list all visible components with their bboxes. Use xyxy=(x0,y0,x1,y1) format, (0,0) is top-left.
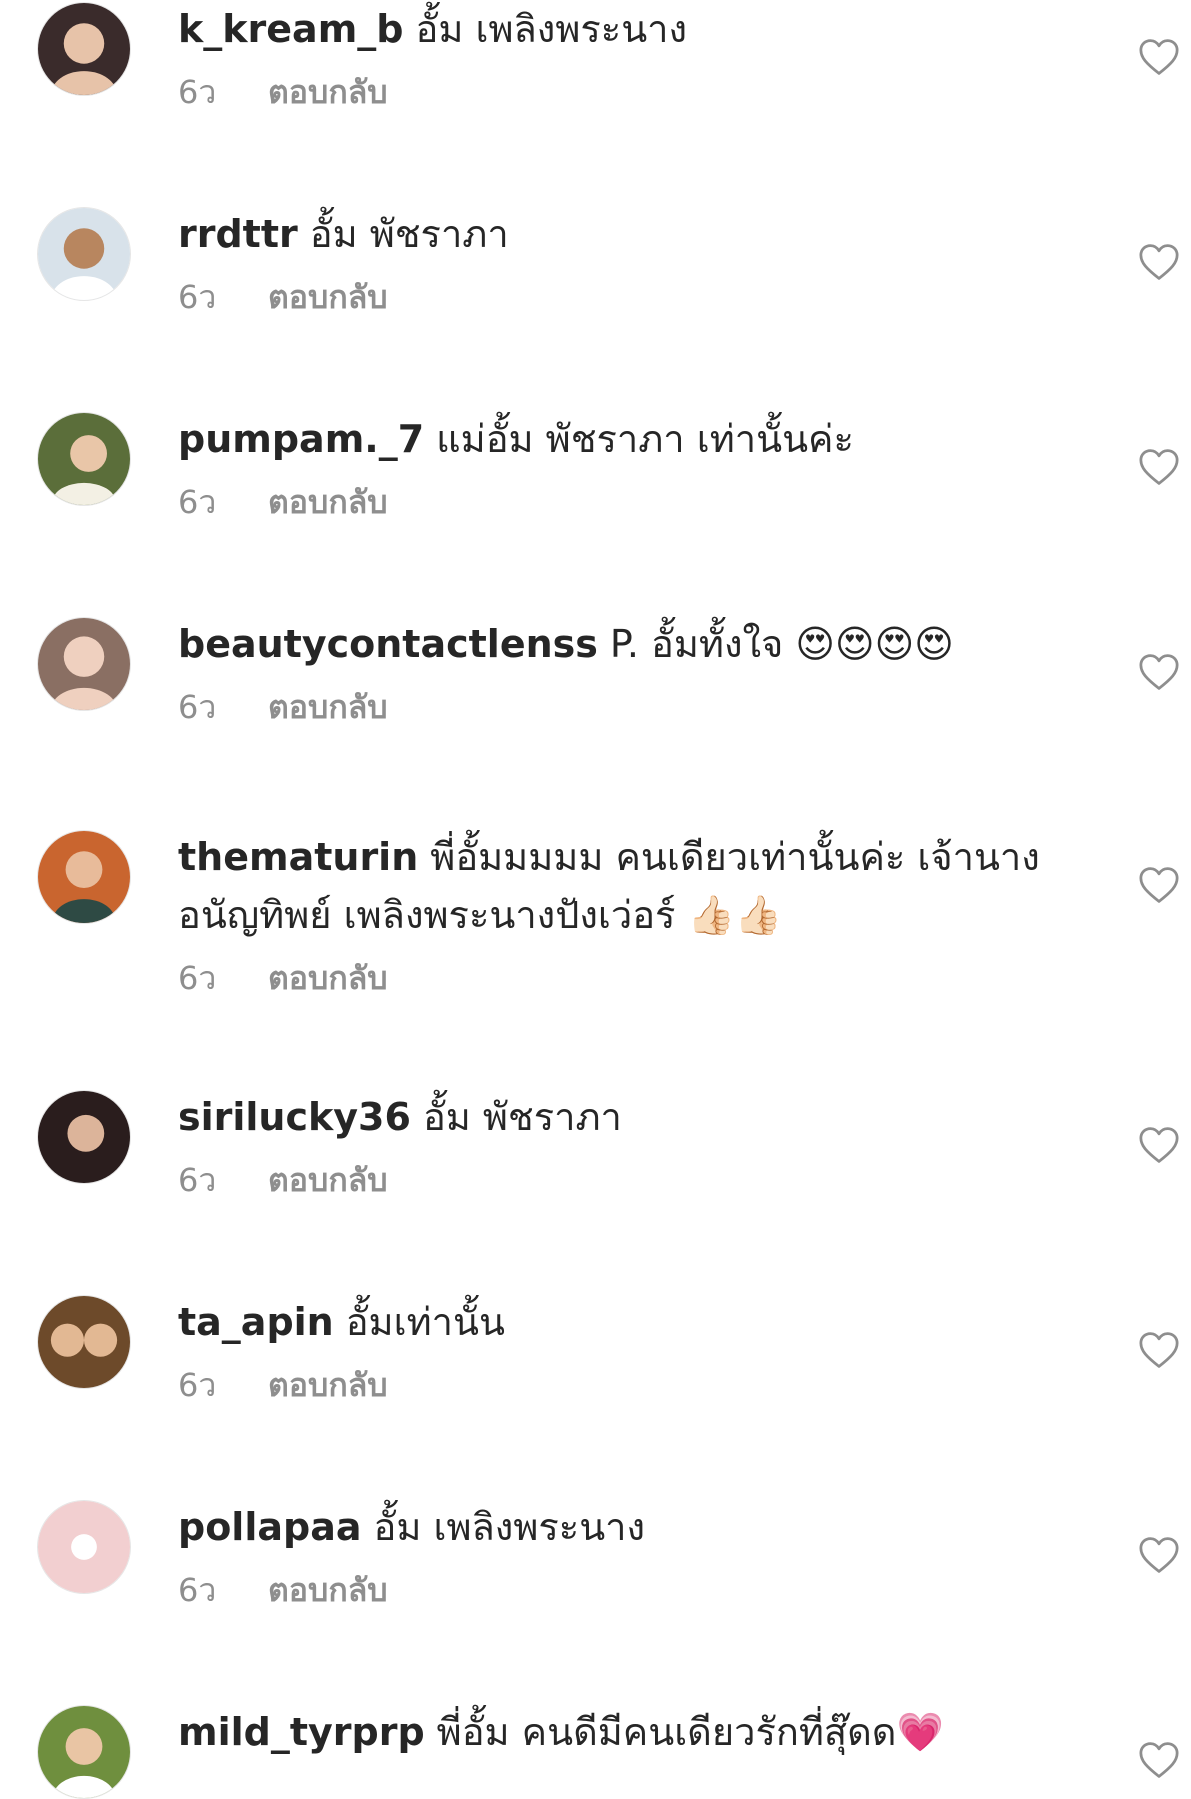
avatar[interactable] xyxy=(37,412,131,506)
comment-message: อั้ม พัชราภา xyxy=(309,212,509,256)
comment-meta: 6ว ตอบกลับ xyxy=(178,1160,1058,1200)
heart-outline-icon xyxy=(1139,1127,1179,1163)
reply-button[interactable]: ตอบกลับ xyxy=(268,483,388,521)
reply-button[interactable]: ตอบกลับ xyxy=(268,1161,388,1199)
heart-outline-icon xyxy=(1139,449,1179,485)
comment-time: 6ว xyxy=(178,1366,217,1404)
reply-button[interactable]: ตอบกลับ xyxy=(268,959,388,997)
like-button[interactable] xyxy=(1138,243,1180,281)
like-button[interactable] xyxy=(1138,1126,1180,1164)
comment-body: mild_tyrprp พี่อั้ม คนดีมีคนเดียวรักที่สุ… xyxy=(178,1703,1058,1761)
reply-button[interactable]: ตอบกลับ xyxy=(268,73,388,111)
heart-outline-icon xyxy=(1139,1742,1179,1778)
comment-message: อั้ม เพลิงพระนาง xyxy=(373,1505,646,1549)
comment-text: pollapaa อั้ม เพลิงพระนาง xyxy=(178,1498,1058,1556)
heart-outline-icon xyxy=(1139,1537,1179,1573)
comment-meta: 6ว ตอบกลับ xyxy=(178,958,1058,998)
comment-text: beautycontactlenss P. อั้มทั้งใจ 😍😍😍😍 xyxy=(178,615,1058,673)
comment-time: 6ว xyxy=(178,1161,217,1199)
like-button[interactable] xyxy=(1138,38,1180,76)
comment-username[interactable]: ta_apin xyxy=(178,1300,334,1344)
like-button[interactable] xyxy=(1138,1741,1180,1779)
like-button[interactable] xyxy=(1138,1536,1180,1574)
like-button[interactable] xyxy=(1138,1331,1180,1369)
avatar[interactable] xyxy=(37,1500,131,1594)
comment-meta: 6ว ตอบกลับ xyxy=(178,277,1058,317)
comment-meta: 6ว ตอบกลับ xyxy=(178,482,1058,522)
comment-text: rrdttr อั้ม พัชราภา xyxy=(178,205,1058,263)
avatar[interactable] xyxy=(37,207,131,301)
comment-username[interactable]: pumpam._7 xyxy=(178,417,424,461)
like-button[interactable] xyxy=(1138,866,1180,904)
comment-message: P. อั้มทั้งใจ 😍😍😍😍 xyxy=(609,622,954,666)
comment-body: sirilucky36 อั้ม พัชราภา 6ว ตอบกลับ xyxy=(178,1088,1058,1200)
comment-username[interactable]: thematurin xyxy=(178,835,418,879)
comment-message: อั้ม เพลิงพระนาง xyxy=(415,7,688,51)
avatar[interactable] xyxy=(37,2,131,96)
comment-meta: 6ว ตอบกลับ xyxy=(178,1365,1058,1405)
comment-text: sirilucky36 อั้ม พัชราภา xyxy=(178,1088,1058,1146)
avatar[interactable] xyxy=(37,1705,131,1799)
comment-username[interactable]: mild_tyrprp xyxy=(178,1710,425,1754)
avatar[interactable] xyxy=(37,1295,131,1389)
reply-button[interactable]: ตอบกลับ xyxy=(268,1571,388,1609)
comment-text: mild_tyrprp พี่อั้ม คนดีมีคนเดียวรักที่สุ… xyxy=(178,1703,1058,1761)
comment-body: k_kream_b อั้ม เพลิงพระนาง 6ว ตอบกลับ xyxy=(178,0,1058,112)
comment-time: 6ว xyxy=(178,959,217,997)
avatar[interactable] xyxy=(37,1090,131,1184)
reply-button[interactable]: ตอบกลับ xyxy=(268,278,388,316)
comment-meta: 6ว ตอบกลับ xyxy=(178,72,1058,112)
avatar[interactable] xyxy=(37,830,131,924)
comment-body: beautycontactlenss P. อั้มทั้งใจ 😍😍😍😍 6ว ต… xyxy=(178,615,1058,727)
comment-message: อั้มเท่านั้น xyxy=(345,1300,505,1344)
comment-text: ta_apin อั้มเท่านั้น xyxy=(178,1293,1058,1351)
comment-time: 6ว xyxy=(178,278,217,316)
comment-text: thematurin พี่อั้มมมมม คนเดียวเท่านั้นค่ะ… xyxy=(178,828,1058,944)
comment-meta: 6ว ตอบกลับ xyxy=(178,1570,1058,1610)
reply-button[interactable]: ตอบกลับ xyxy=(268,688,388,726)
comment-body: pollapaa อั้ม เพลิงพระนาง 6ว ตอบกลับ xyxy=(178,1498,1058,1610)
comment-time: 6ว xyxy=(178,1571,217,1609)
heart-outline-icon xyxy=(1139,654,1179,690)
comment-username[interactable]: pollapaa xyxy=(178,1505,362,1549)
comment-time: 6ว xyxy=(178,483,217,521)
comment-body: ta_apin อั้มเท่านั้น 6ว ตอบกลับ xyxy=(178,1293,1058,1405)
comment-username[interactable]: k_kream_b xyxy=(178,7,404,51)
comment-body: rrdttr อั้ม พัชราภา 6ว ตอบกลับ xyxy=(178,205,1058,317)
like-button[interactable] xyxy=(1138,448,1180,486)
like-button[interactable] xyxy=(1138,653,1180,691)
heart-outline-icon xyxy=(1139,867,1179,903)
comment-username[interactable]: beautycontactlenss xyxy=(178,622,598,666)
comment-username[interactable]: rrdttr xyxy=(178,212,298,256)
comment-message: แม่อั้ม พัชราภา เท่านั้นค่ะ xyxy=(436,417,854,461)
heart-outline-icon xyxy=(1139,1332,1179,1368)
comment-text: pumpam._7 แม่อั้ม พัชราภา เท่านั้นค่ะ xyxy=(178,410,1058,468)
comment-body: thematurin พี่อั้มมมมม คนเดียวเท่านั้นค่ะ… xyxy=(178,828,1058,998)
comment-message: พี่อั้ม คนดีมีคนเดียวรักที่สุ๊ดด💗 xyxy=(436,1710,944,1754)
comment-time: 6ว xyxy=(178,73,217,111)
comment-time: 6ว xyxy=(178,688,217,726)
avatar[interactable] xyxy=(37,617,131,711)
comment-body: pumpam._7 แม่อั้ม พัชราภา เท่านั้นค่ะ 6ว ต… xyxy=(178,410,1058,522)
comment-message: อั้ม พัชราภา xyxy=(422,1095,622,1139)
heart-outline-icon xyxy=(1139,39,1179,75)
heart-outline-icon xyxy=(1139,244,1179,280)
comment-username[interactable]: sirilucky36 xyxy=(178,1095,411,1139)
comment-text: k_kream_b อั้ม เพลิงพระนาง xyxy=(178,0,1058,58)
reply-button[interactable]: ตอบกลับ xyxy=(268,1366,388,1404)
comment-meta: 6ว ตอบกลับ xyxy=(178,687,1058,727)
